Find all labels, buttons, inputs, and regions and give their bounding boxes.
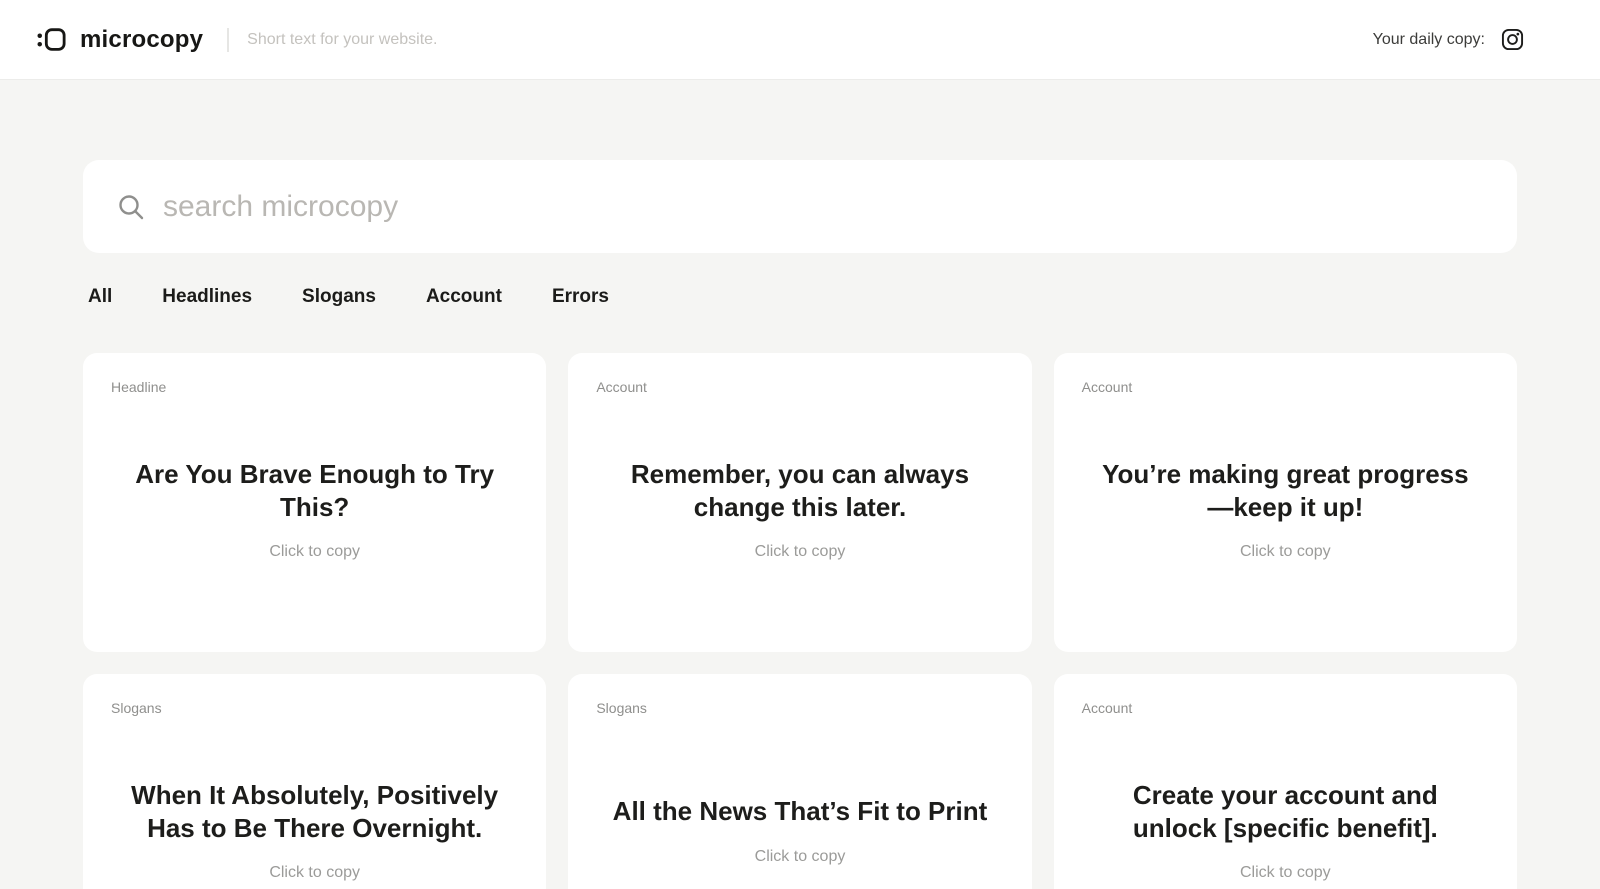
card-category: Slogans <box>596 700 647 716</box>
tab-headlines[interactable]: Headlines <box>162 286 252 308</box>
card-text: Are You Brave Enough to Try This? <box>135 459 495 522</box>
copy-card[interactable]: Headline Are You Brave Enough to Try Thi… <box>83 353 547 652</box>
tab-slogans[interactable]: Slogans <box>302 286 376 308</box>
copy-card[interactable]: Slogans All the News That’s Fit to Print… <box>568 674 1032 889</box>
card-category: Account <box>1081 379 1133 395</box>
click-to-copy[interactable]: Click to copy <box>1240 864 1331 882</box>
card-category: Headline <box>111 379 167 395</box>
card-text: When It Absolutely, Positively Has to Be… <box>131 780 499 843</box>
card-category: Slogans <box>111 700 162 716</box>
card-text: Create your account and unlock [specific… <box>1132 780 1438 843</box>
brand-name: microcopy <box>80 25 204 53</box>
card-text: All the News That’s Fit to Print <box>612 796 988 827</box>
copy-card[interactable]: Account Remember, you can always change … <box>568 353 1032 652</box>
search-input[interactable] <box>145 160 1517 253</box>
card-category: Account <box>596 379 647 395</box>
search-box <box>83 160 1517 253</box>
click-to-copy[interactable]: Click to copy <box>755 848 846 866</box>
main-content: All Headlines Slogans Account Errors Hea… <box>83 160 1517 889</box>
brand[interactable]: microcopy Short text for your website. <box>36 26 437 54</box>
filter-tabs: All Headlines Slogans Account Errors <box>83 286 1517 308</box>
tab-all[interactable]: All <box>88 286 112 308</box>
click-to-copy[interactable]: Click to copy <box>755 543 846 561</box>
copy-card[interactable]: Account You’re making great progress—kee… <box>1053 353 1517 652</box>
brand-divider <box>227 27 230 52</box>
copy-card[interactable]: Account Create your account and unlock [… <box>1053 674 1517 889</box>
microcopy-logo-icon <box>36 26 66 53</box>
card-category: Account <box>1081 700 1133 716</box>
daily-copy-label: Your daily copy: <box>1372 30 1485 48</box>
card-grid: Headline Are You Brave Enough to Try Thi… <box>83 353 1517 889</box>
brand-tagline: Short text for your website. <box>247 30 438 48</box>
magnifier-icon <box>117 193 145 221</box>
tab-account[interactable]: Account <box>426 286 502 308</box>
click-to-copy[interactable]: Click to copy <box>269 543 360 561</box>
click-to-copy[interactable]: Click to copy <box>1240 543 1331 561</box>
click-to-copy[interactable]: Click to copy <box>269 864 360 882</box>
copy-card[interactable]: Slogans When It Absolutely, Positively H… <box>83 674 547 889</box>
header: microcopy Short text for your website. Y… <box>0 0 1600 80</box>
header-right: Your daily copy: <box>1373 28 1524 51</box>
tab-errors[interactable]: Errors <box>552 286 609 308</box>
card-text: You’re making great progress—keep it up! <box>1102 459 1469 522</box>
instagram-icon[interactable] <box>1501 28 1524 51</box>
card-text: Remember, you can always change this lat… <box>630 459 970 522</box>
